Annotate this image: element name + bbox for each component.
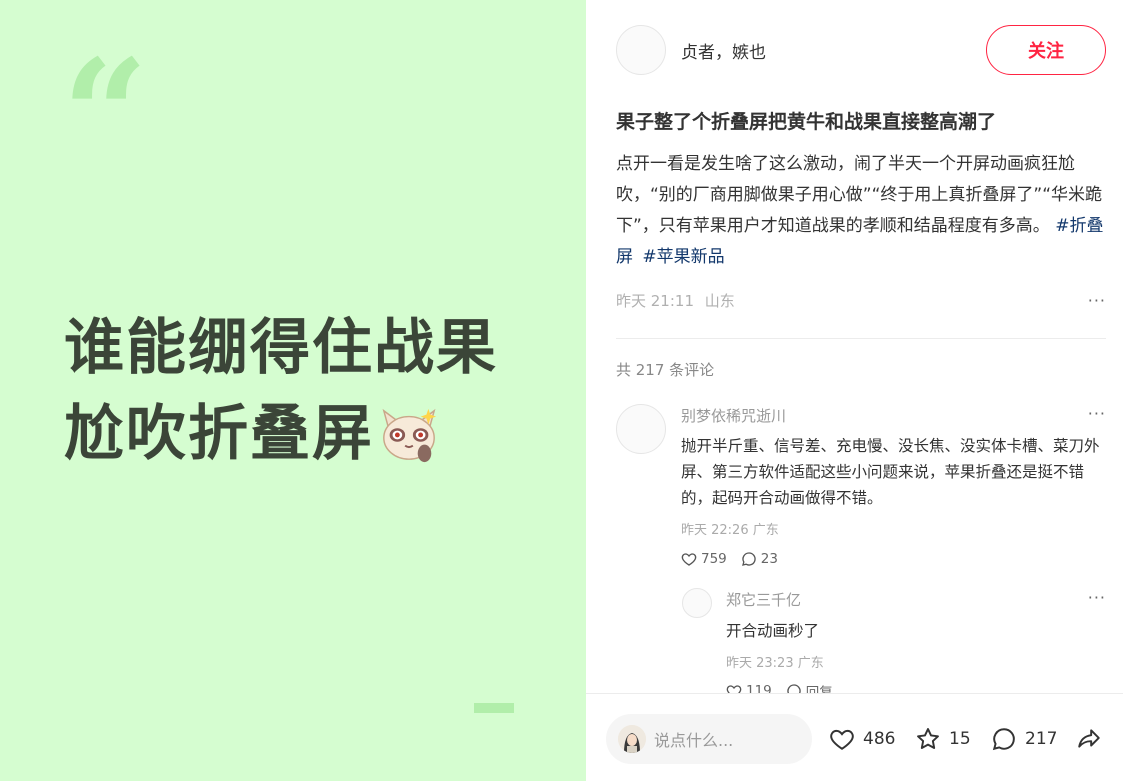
author-name[interactable]: 贞者，嫉也 bbox=[681, 38, 766, 63]
reply-like-count: 119 bbox=[746, 683, 772, 693]
comment-actions: 759 23 bbox=[681, 551, 1106, 567]
chat-bubble-icon bbox=[787, 684, 801, 693]
reply-time: 昨天 23:23 广东 bbox=[726, 656, 824, 671]
chat-bubble-icon bbox=[992, 728, 1015, 751]
comment-reply-count: 23 bbox=[760, 551, 778, 567]
follow-button[interactable]: 关注 bbox=[986, 25, 1106, 75]
share-arrow-icon bbox=[1078, 729, 1100, 748]
comment-text: 抛开半斤重、信号差、充电慢、没长焦、没实体卡槽、菜刀外屏、第三方软件适配这些小问… bbox=[681, 437, 1100, 507]
user-avatar-illustration-icon bbox=[618, 725, 646, 753]
cover-line-1: 谁能绷得住战果 bbox=[64, 313, 498, 383]
commenter-name[interactable]: 别梦依稀咒逝川 bbox=[681, 404, 1106, 428]
reply-item: 郑它三千亿 开合动画秒了 昨天 23:23 广东 119 回复 ··· bbox=[682, 588, 1106, 693]
star-icon bbox=[917, 728, 939, 749]
cover-line-2: 尬吹折叠屏 bbox=[64, 399, 374, 469]
comment-total-count: 217 bbox=[1025, 729, 1058, 749]
engagement-bar: 说点什么... 486 15 217 bbox=[586, 693, 1123, 781]
note-title: 果子整了个折叠屏把黄牛和战果直接整高潮了 bbox=[616, 111, 997, 133]
commenter-avatar[interactable] bbox=[616, 404, 666, 454]
heart-icon bbox=[726, 685, 742, 693]
collect-count: 15 bbox=[949, 729, 971, 749]
user-avatar bbox=[618, 725, 646, 753]
note-content: 果子整了个折叠屏把黄牛和战果直接整高潮了 点开一看是发生啥了这么激动，闹了半天一… bbox=[616, 104, 1106, 311]
reply-label: 回复 bbox=[805, 685, 833, 693]
cover-text: 谁能绷得住战果 尬吹折叠屏 bbox=[64, 305, 564, 477]
note-more-options-icon[interactable]: ··· bbox=[1088, 291, 1106, 310]
note-date-location: 昨天 21:11 山东 bbox=[616, 290, 735, 311]
replier-avatar[interactable] bbox=[682, 588, 712, 618]
author-row: 贞者，嫉也 关注 bbox=[616, 25, 1106, 75]
author-avatar[interactable] bbox=[616, 25, 666, 75]
quote-mark-icon: “ bbox=[62, 27, 149, 203]
divider bbox=[616, 338, 1106, 339]
comment-like-button[interactable]: 759 bbox=[681, 551, 727, 567]
comment-time: 昨天 22:26 广东 bbox=[681, 523, 779, 538]
like-button[interactable]: 486 bbox=[829, 726, 895, 752]
reply-like-button[interactable]: 119 bbox=[726, 683, 772, 693]
comment-reply-button[interactable]: 23 bbox=[741, 551, 778, 567]
comment-input-placeholder: 说点什么... bbox=[654, 731, 734, 750]
chat-bubble-icon bbox=[741, 552, 756, 566]
heart-icon bbox=[830, 729, 854, 750]
like-count: 486 bbox=[863, 729, 896, 749]
comment-more-options-icon[interactable]: ··· bbox=[1088, 404, 1106, 423]
note-meta-row: 昨天 21:11 山东 ··· bbox=[616, 289, 1106, 311]
hashtag-link[interactable]: #苹果新品 bbox=[642, 247, 724, 267]
share-button[interactable] bbox=[1076, 726, 1110, 752]
note-description: 点开一看是发生啥了这么激动，闹了半天一个开屏动画疯狂尬吹，“别的厂商用脚做果子用… bbox=[616, 149, 1106, 273]
note-cover-image[interactable]: “ 谁能绷得住战果 尬吹折叠屏 bbox=[0, 0, 586, 781]
comment-count: 共 217 条评论 bbox=[616, 361, 715, 379]
smirking-cat-emoji-icon bbox=[382, 408, 437, 463]
note-description-text: 点开一看是发生啥了这么激动，闹了半天一个开屏动画疯狂尬吹，“别的厂商用脚做果子用… bbox=[616, 154, 1103, 236]
note-location: 山东 bbox=[704, 291, 735, 310]
heart-icon bbox=[681, 553, 697, 566]
reply-more-options-icon[interactable]: ··· bbox=[1088, 588, 1106, 607]
note-date: 昨天 21:11 bbox=[616, 291, 694, 310]
note-detail-panel: 贞者，嫉也 关注 果子整了个折叠屏把黄牛和战果直接整高潮了 点开一看是发生啥了这… bbox=[586, 0, 1123, 781]
reply-reply-button[interactable]: 回复 bbox=[786, 681, 833, 693]
comment-input[interactable]: 说点什么... bbox=[606, 714, 812, 764]
comment-like-count: 759 bbox=[701, 551, 727, 567]
comment-button[interactable]: 217 bbox=[991, 726, 1057, 752]
collect-button[interactable]: 15 bbox=[915, 726, 971, 752]
reply-text: 开合动画秒了 bbox=[726, 622, 820, 640]
reply-actions: 119 回复 bbox=[726, 681, 1106, 693]
cover-dash-decoration bbox=[474, 703, 514, 713]
replier-name[interactable]: 郑它三千亿 bbox=[726, 588, 1106, 612]
